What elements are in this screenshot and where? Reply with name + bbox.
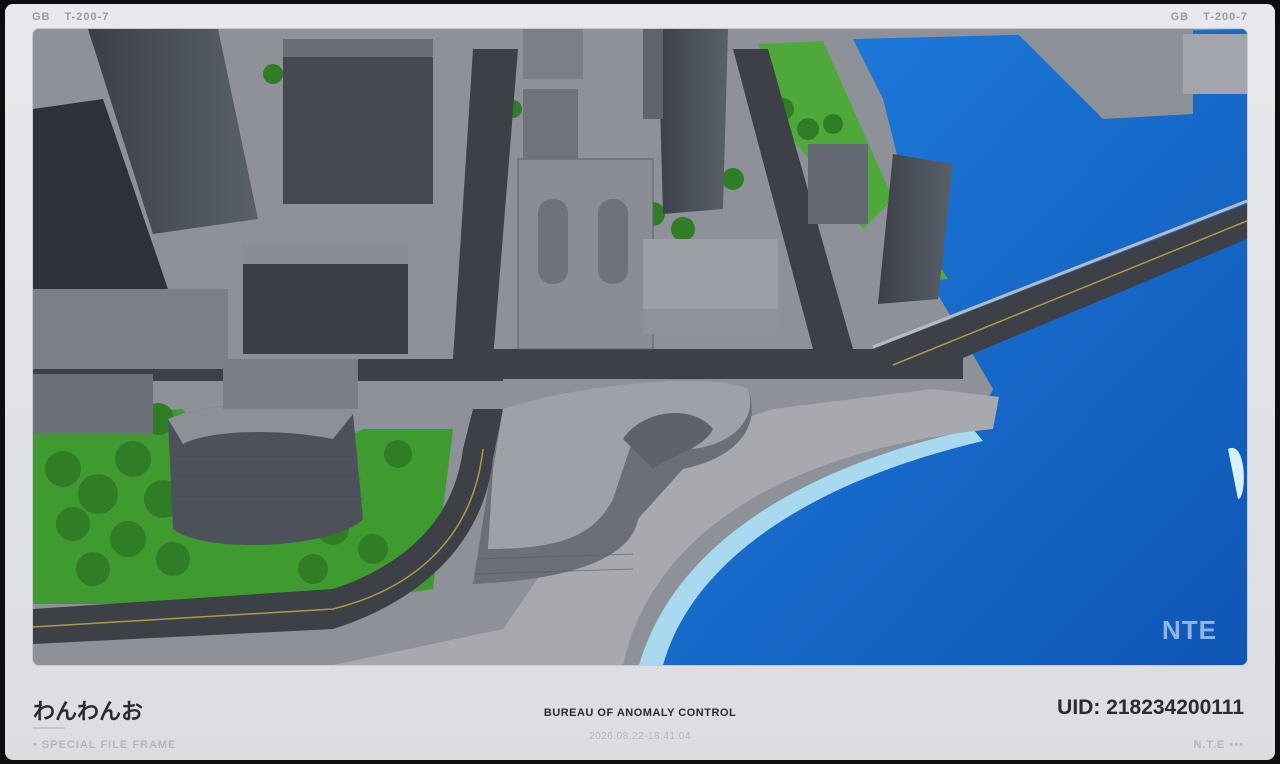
photo-frame: GB T-200-7 GB T-200-7 NTE わんわんお • SPECIA…	[5, 4, 1275, 760]
header-right-code: GB	[1170, 11, 1190, 23]
header-left-code: GB	[32, 11, 51, 23]
watermark-logo-text: NTE	[1162, 615, 1217, 645]
city-screenshot: NTE	[33, 29, 1247, 665]
player-uid: UID: 218234200111	[1057, 696, 1244, 719]
game-logo-watermark: NTE	[1162, 617, 1217, 643]
frame-caption-right: N.T.E •••	[1193, 739, 1244, 751]
city-aerial-view	[33, 29, 1247, 665]
capture-timestamp: 2026.08.22-18.41.04	[589, 731, 691, 742]
header-left-serial: T-200-7	[64, 11, 110, 23]
header-right: GB T-200-7	[1171, 11, 1248, 23]
header-right-serial: T-200-7	[1203, 11, 1248, 23]
name-underline	[33, 727, 65, 729]
header-left: GB T-200-7	[32, 11, 109, 23]
